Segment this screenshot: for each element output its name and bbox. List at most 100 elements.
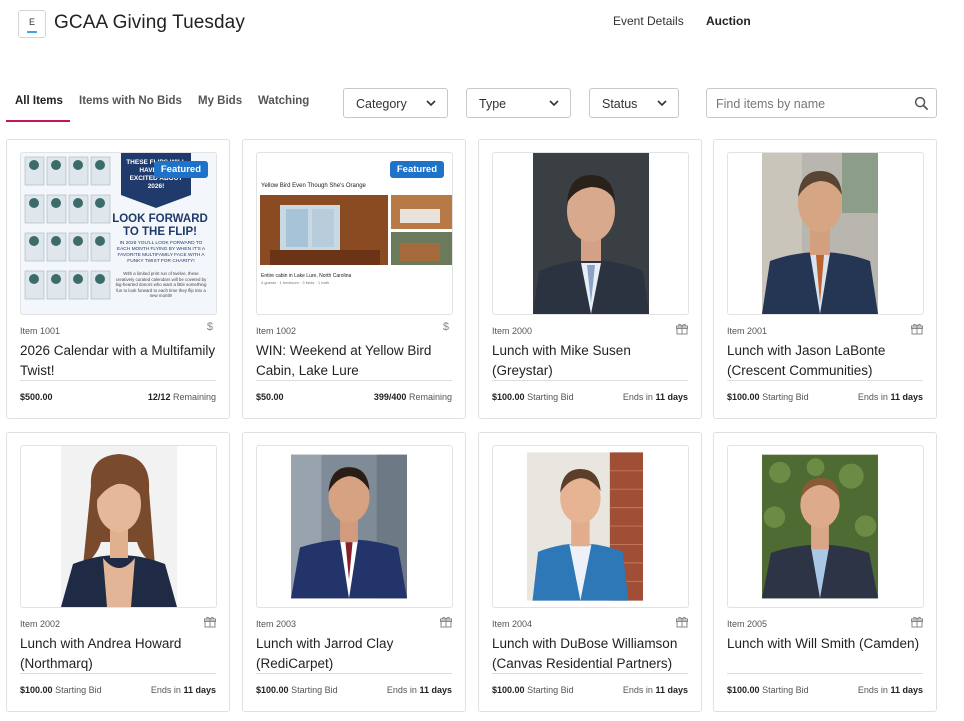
card-divider <box>20 673 216 674</box>
category-select[interactable]: Category <box>343 88 448 118</box>
status-select-label: Status <box>602 97 638 111</box>
item-title: Lunch with Jarrod Clay (RediCarpet) <box>256 636 394 671</box>
item-card[interactable]: Item 2005 Lunch with Will Smith (Camden)… <box>713 432 937 712</box>
card-divider <box>492 380 688 381</box>
tab-my-bids[interactable]: My Bids <box>198 95 242 107</box>
featured-badge: Featured <box>389 161 444 178</box>
featured-badge: Featured <box>153 161 208 178</box>
item-title: Lunch with DuBose Williamson (Canvas Res… <box>492 636 678 671</box>
item-image: THESE FLIPS WILL HAVE YOU EXCITED ABOUT … <box>20 152 217 315</box>
type-select-label: Type <box>479 97 507 111</box>
item-price: $500.00 <box>20 392 53 402</box>
calendar-note: With a limited print run of twelve, thes… <box>115 271 207 299</box>
chevron-down-icon <box>549 100 559 107</box>
cabin-photos <box>260 195 452 265</box>
item-card[interactable]: Item 2004 Lunch with DuBose Williamson (… <box>478 432 702 712</box>
gift-icon <box>440 616 452 628</box>
search-box <box>706 88 937 118</box>
item-ends-in: Ends in 11 days <box>150 685 216 695</box>
card-divider <box>727 380 923 381</box>
status-select[interactable]: Status <box>589 88 679 118</box>
item-number: Item 2002 <box>20 619 61 629</box>
event-logo[interactable]: E <box>18 10 46 38</box>
card-divider <box>256 673 452 674</box>
item-title: 2026 Calendar with a Multifamily Twist! <box>20 343 216 378</box>
item-number: Item 2003 <box>256 619 297 629</box>
card-divider <box>727 673 923 674</box>
item-title: WIN: Weekend at Yellow Bird Cabin, Lake … <box>256 343 432 378</box>
item-ends-in: Ends in 11 days <box>857 392 923 402</box>
active-tab-indicator <box>6 120 70 122</box>
item-image <box>256 445 453 608</box>
cabin-caption: Entire cabin in Lake Lure, North Carolin… <box>261 273 352 279</box>
calendar-body: IN 2026 YOU'LL LOOK FORWARD TO EACH MONT… <box>116 241 206 264</box>
cabin-details: 4 guests · 1 bedroom · 3 beds · 1 bath <box>261 280 330 285</box>
item-ends-in: Ends in 11 days <box>386 685 452 695</box>
item-card[interactable]: Item 2003 Lunch with Jarrod Clay (RediCa… <box>242 432 466 712</box>
calendar-headline: LOOK FORWARD TO THE FLIP! <box>112 213 208 238</box>
item-starting-bid: $100.00 Starting Bid <box>492 685 574 695</box>
item-starting-bid: $100.00 Starting Bid <box>727 392 809 402</box>
category-select-label: Category <box>356 97 407 111</box>
card-divider <box>20 380 216 381</box>
event-title: GCAA Giving Tuesday <box>54 12 245 33</box>
item-card[interactable]: Yellow Bird Even Though She's Orange Ent… <box>242 139 466 419</box>
item-number: Item 2000 <box>492 326 533 336</box>
tab-items-no-bids[interactable]: Items with No Bids <box>79 95 182 107</box>
type-select[interactable]: Type <box>466 88 571 118</box>
item-ends-in: Ends in 11 days <box>857 685 923 695</box>
item-starting-bid: $100.00 Starting Bid <box>727 685 809 695</box>
item-card[interactable]: THESE FLIPS WILL HAVE YOU EXCITED ABOUT … <box>6 139 230 419</box>
item-starting-bid: $100.00 Starting Bid <box>492 392 574 402</box>
item-number: Item 2001 <box>727 326 768 336</box>
item-title: Lunch with Andrea Howard (Northmarq) <box>20 636 182 671</box>
item-image <box>727 152 924 315</box>
item-title: Lunch with Mike Susen (Greystar) <box>492 343 631 378</box>
portrait-photo <box>61 446 177 607</box>
item-starting-bid: $100.00 Starting Bid <box>20 685 102 695</box>
search-input[interactable] <box>716 95 906 113</box>
dollar-icon: $ <box>442 321 449 333</box>
gift-icon <box>676 323 688 335</box>
nav-auction[interactable]: Auction <box>706 14 751 28</box>
search-icon[interactable] <box>914 96 929 111</box>
item-number: Item 1001 <box>20 326 61 336</box>
item-ends-in: Ends in 11 days <box>622 392 688 402</box>
gift-icon <box>676 616 688 628</box>
portrait-photo <box>527 452 643 601</box>
item-card[interactable]: Item 2000 Lunch with Mike Susen (Greysta… <box>478 139 702 419</box>
portrait-photo <box>533 153 649 314</box>
portrait-photo <box>291 454 407 599</box>
gift-icon <box>204 616 216 628</box>
item-remaining: 399/400 Remaining <box>373 392 452 402</box>
header: E GCAA Giving Tuesday Event Details Auct… <box>0 0 964 50</box>
dollar-icon: $ <box>206 321 213 333</box>
card-divider <box>256 380 452 381</box>
tab-watching[interactable]: Watching <box>258 95 309 107</box>
item-price: $50.00 <box>256 392 284 402</box>
gift-icon <box>911 616 923 628</box>
item-title: Lunch with Will Smith (Camden) <box>727 636 920 651</box>
item-starting-bid: $100.00 Starting Bid <box>256 685 338 695</box>
cabin-heading: Yellow Bird Even Though She's Orange <box>261 183 366 189</box>
nav-event-details[interactable]: Event Details <box>613 14 684 28</box>
item-ends-in: Ends in 11 days <box>622 685 688 695</box>
item-card[interactable]: Item 2002 Lunch with Andrea Howard (Nort… <box>6 432 230 712</box>
card-divider <box>492 673 688 674</box>
item-card[interactable]: Item 2001 Lunch with Jason LaBonte (Cres… <box>713 139 937 419</box>
item-tabs: All Items Items with No Bids My Bids Wat… <box>0 88 330 122</box>
portrait-photo <box>762 454 878 599</box>
item-image <box>20 445 217 608</box>
item-image <box>492 445 689 608</box>
chevron-down-icon <box>426 100 436 107</box>
tab-all-items[interactable]: All Items <box>15 95 63 107</box>
item-number: Item 1002 <box>256 326 297 336</box>
item-title: Lunch with Jason LaBonte (Crescent Commu… <box>727 343 886 378</box>
portrait-photo <box>762 153 878 314</box>
gift-icon <box>911 323 923 335</box>
item-number: Item 2005 <box>727 619 768 629</box>
item-image <box>492 152 689 315</box>
item-remaining: 12/12 Remaining <box>147 392 216 402</box>
item-image <box>727 445 924 608</box>
item-number: Item 2004 <box>492 619 533 629</box>
